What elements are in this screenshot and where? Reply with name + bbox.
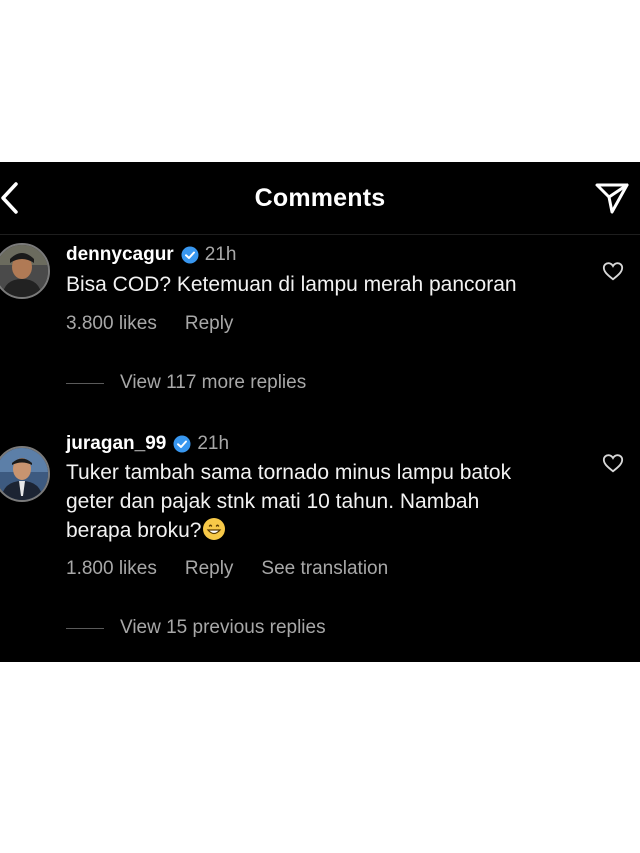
like-heart-icon[interactable] xyxy=(602,260,624,282)
comments-header: Comments xyxy=(0,162,640,235)
comment-meta: 1.800 likes Reply See translation xyxy=(66,558,416,580)
comment-text: Tuker tambah sama tornado minus lampu ba… xyxy=(66,458,528,545)
verified-badge-icon xyxy=(181,246,199,264)
reply-button[interactable]: Reply xyxy=(185,313,234,335)
like-count[interactable]: 3.800 likes xyxy=(66,313,157,335)
paper-plane-icon xyxy=(595,183,629,214)
page-title: Comments xyxy=(254,184,386,212)
comment-time: 21h xyxy=(204,244,237,265)
comment-time: 21h xyxy=(197,433,230,454)
divider-line xyxy=(66,382,104,384)
view-replies-label: View 15 previous replies xyxy=(120,617,326,638)
divider-line xyxy=(66,627,104,629)
grinning-face-emoji-icon xyxy=(203,518,226,540)
username[interactable]: juragan_99 xyxy=(66,433,166,455)
view-replies-label: View 117 more replies xyxy=(120,372,307,393)
view-replies-button[interactable]: View 15 previous replies xyxy=(66,617,326,639)
comment-header: juragan_99 21h xyxy=(66,431,229,457)
reply-button[interactable]: Reply xyxy=(185,558,234,580)
comment-text: Bisa COD? Ketemuan di lampu merah pancor… xyxy=(66,273,517,296)
like-count[interactable]: 1.800 likes xyxy=(66,558,157,580)
avatar[interactable] xyxy=(0,446,50,502)
view-replies-button[interactable]: View 117 more replies xyxy=(66,372,306,394)
user-photo-icon xyxy=(0,245,48,297)
comment-text-content: Tuker tambah sama tornado minus lampu ba… xyxy=(66,461,512,542)
username[interactable]: dennycagur xyxy=(66,244,174,266)
verified-badge-icon xyxy=(173,435,191,453)
comment-header: dennycagur 21h xyxy=(66,242,236,268)
comments-screen: Comments dennycagur 21h Bisa COD? Ketemu… xyxy=(0,162,640,662)
share-button[interactable] xyxy=(594,180,630,216)
user-photo-icon xyxy=(0,448,48,500)
see-translation-button[interactable]: See translation xyxy=(261,558,388,580)
avatar[interactable] xyxy=(0,243,50,299)
like-heart-icon[interactable] xyxy=(602,452,624,474)
comment-meta: 3.800 likes Reply xyxy=(66,313,261,335)
